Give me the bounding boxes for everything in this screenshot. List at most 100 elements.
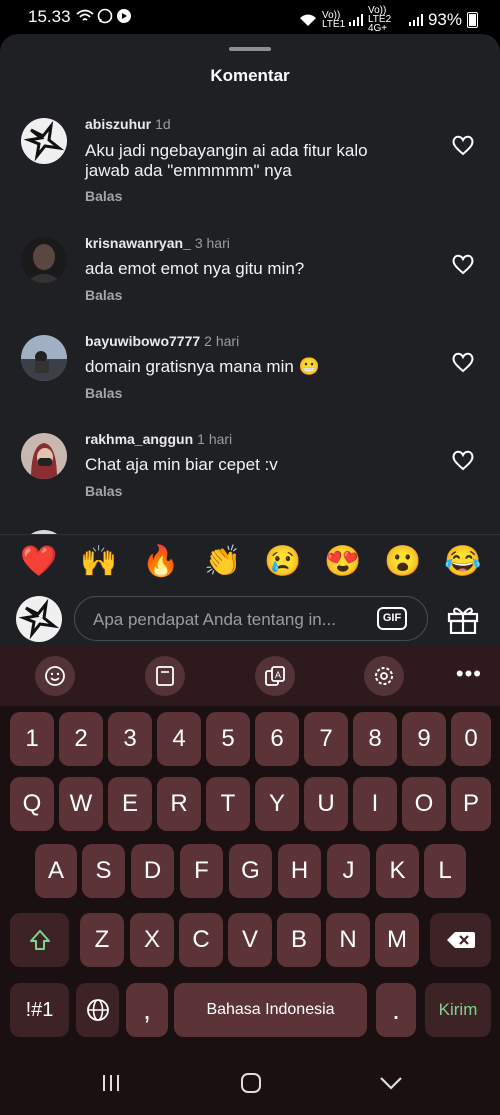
key-l[interactable]: L bbox=[424, 844, 466, 898]
key-2[interactable]: 2 bbox=[59, 712, 103, 766]
emoji-raised-hands[interactable]: 🙌 bbox=[80, 545, 117, 579]
reply-button[interactable]: Balas bbox=[85, 483, 122, 499]
reply-button[interactable]: Balas bbox=[85, 385, 122, 401]
clipboard-icon[interactable] bbox=[145, 656, 185, 696]
key-c[interactable]: C bbox=[179, 913, 223, 967]
emoji-clap[interactable]: 👏 bbox=[204, 545, 241, 579]
key-f[interactable]: F bbox=[180, 844, 223, 898]
space-key[interactable]: Bahasa Indonesia bbox=[174, 983, 367, 1037]
gif-button[interactable]: GIF bbox=[377, 607, 407, 630]
key-1[interactable]: 1 bbox=[10, 712, 54, 766]
key-0[interactable]: 0 bbox=[451, 712, 491, 766]
shift-icon bbox=[29, 930, 50, 950]
more-icon[interactable]: ••• bbox=[456, 661, 482, 687]
key-q[interactable]: Q bbox=[10, 777, 54, 831]
emoji-fire[interactable]: 🔥 bbox=[142, 545, 179, 579]
heart-icon[interactable] bbox=[451, 351, 475, 373]
gift-icon[interactable] bbox=[446, 604, 480, 634]
status-bar: 15.33 Vo)) LTE1 Vo)) LTE2 4G+ 93% bbox=[0, 0, 500, 34]
key-g[interactable]: G bbox=[229, 844, 272, 898]
shift-key[interactable] bbox=[10, 913, 69, 967]
key-5[interactable]: 5 bbox=[206, 712, 250, 766]
emoji-icon[interactable] bbox=[35, 656, 75, 696]
drag-handle[interactable] bbox=[229, 47, 271, 51]
comment-text: Chat aja min biar cepet :v bbox=[85, 455, 278, 474]
key-a[interactable]: A bbox=[35, 844, 77, 898]
battery-icon bbox=[467, 11, 478, 28]
comment-input[interactable] bbox=[91, 597, 365, 642]
key-t[interactable]: T bbox=[206, 777, 250, 831]
sheet-title: Komentar bbox=[210, 66, 290, 85]
key-r[interactable]: R bbox=[157, 777, 201, 831]
backspace-icon bbox=[446, 932, 475, 948]
globe-icon bbox=[86, 999, 109, 1021]
key-m[interactable]: M bbox=[375, 913, 419, 967]
key-u[interactable]: U bbox=[304, 777, 348, 831]
key-k[interactable]: K bbox=[376, 844, 419, 898]
keyboard-toolbar: A ••• bbox=[0, 646, 500, 706]
heart-icon[interactable] bbox=[451, 134, 475, 156]
emoji-surprised[interactable]: 😮 bbox=[384, 545, 421, 579]
translate-icon[interactable]: A bbox=[255, 656, 295, 696]
key-i[interactable]: I bbox=[353, 777, 397, 831]
key-w[interactable]: W bbox=[59, 777, 103, 831]
sim2-label: Vo)) LTE2 4G+ bbox=[367, 5, 392, 34]
comment-username[interactable]: rakhma_anggun 1 hari bbox=[85, 431, 232, 447]
key-6[interactable]: 6 bbox=[255, 712, 299, 766]
comment-username[interactable]: krisnawanryan_ 3 hari bbox=[85, 235, 230, 251]
key-p[interactable]: P bbox=[451, 777, 491, 831]
recent-apps-icon[interactable] bbox=[100, 1073, 122, 1093]
key-v[interactable]: V bbox=[228, 913, 272, 967]
key-o[interactable]: O bbox=[402, 777, 446, 831]
avatar[interactable] bbox=[21, 335, 67, 381]
key-h[interactable]: H bbox=[278, 844, 321, 898]
reply-button[interactable]: Balas bbox=[85, 188, 122, 204]
key-e[interactable]: E bbox=[108, 777, 152, 831]
comment-username[interactable]: abiszuhur 1d bbox=[85, 116, 171, 132]
key-n[interactable]: N bbox=[326, 913, 370, 967]
key-s[interactable]: S bbox=[82, 844, 125, 898]
sim1-label: Vo)) LTE1 bbox=[321, 9, 346, 30]
send-key[interactable]: Kirim bbox=[425, 983, 491, 1037]
key-3[interactable]: 3 bbox=[108, 712, 152, 766]
home-icon[interactable] bbox=[240, 1072, 262, 1094]
emoji-laughing[interactable]: 😂 bbox=[444, 545, 481, 579]
comment-input-box[interactable]: GIF bbox=[74, 596, 428, 642]
system-nav-bar bbox=[0, 1055, 500, 1115]
key-7[interactable]: 7 bbox=[304, 712, 348, 766]
svg-text:A: A bbox=[275, 670, 281, 680]
emoji-crying[interactable]: 😢 bbox=[264, 545, 301, 579]
comment-username[interactable]: bayuwibowo7777 2 hari bbox=[85, 333, 239, 349]
key-d[interactable]: D bbox=[131, 844, 174, 898]
avatar[interactable] bbox=[21, 118, 67, 164]
signal1-icon bbox=[348, 13, 363, 26]
key-x[interactable]: X bbox=[130, 913, 174, 967]
emoji-heart-eyes[interactable]: 😍 bbox=[324, 545, 361, 579]
symbols-key[interactable]: !#1 bbox=[10, 983, 69, 1037]
period-key[interactable]: . bbox=[376, 983, 416, 1037]
reply-button[interactable]: Balas bbox=[85, 287, 122, 303]
comment-text: ada emot emot nya gitu min? bbox=[85, 259, 305, 278]
key-j[interactable]: J bbox=[327, 844, 370, 898]
whatsapp-icon bbox=[97, 8, 113, 24]
language-key[interactable] bbox=[76, 983, 119, 1037]
keyboard: A ••• 1 2 3 4 5 6 7 8 9 0 Q W E R T Y U … bbox=[0, 646, 500, 1115]
heart-icon[interactable] bbox=[451, 253, 475, 275]
avatar[interactable] bbox=[21, 433, 67, 479]
key-8[interactable]: 8 bbox=[353, 712, 397, 766]
emoji-heart[interactable]: ❤️ bbox=[20, 545, 57, 579]
backspace-key[interactable] bbox=[430, 913, 491, 967]
key-y[interactable]: Y bbox=[255, 777, 299, 831]
status-time: 15.33 bbox=[28, 7, 71, 26]
comma-key[interactable]: , bbox=[126, 983, 168, 1037]
key-4[interactable]: 4 bbox=[157, 712, 201, 766]
avatar[interactable] bbox=[21, 237, 67, 283]
back-chevron-icon[interactable] bbox=[379, 1076, 403, 1090]
heart-icon[interactable] bbox=[451, 449, 475, 471]
comment-time: 3 hari bbox=[194, 235, 230, 251]
key-b[interactable]: B bbox=[277, 913, 321, 967]
key-z[interactable]: Z bbox=[80, 913, 124, 967]
settings-icon[interactable] bbox=[364, 656, 404, 696]
youtube-icon bbox=[117, 9, 131, 23]
key-9[interactable]: 9 bbox=[402, 712, 446, 766]
